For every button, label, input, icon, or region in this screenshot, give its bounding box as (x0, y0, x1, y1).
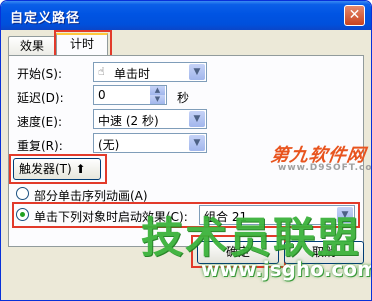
watermark-d9soft-url: www.D9SOFT.com (278, 163, 372, 173)
delay-input[interactable]: 0 ▲ ▼ (93, 85, 167, 105)
chevron-down-icon: ▼ (189, 64, 205, 80)
chevron-down-icon: ▼ (189, 135, 205, 151)
start-label: 开始(S): (17, 67, 63, 81)
delay-label: 延迟(D): (17, 91, 64, 105)
delay-value: 0 (98, 88, 106, 102)
title-bar: 自定义路径 ✕ (1, 1, 371, 30)
custom-path-dialog: 自定义路径 ✕ 效果 计时 开始(S): 单击时 ☝ ▼ 延迟(D): 0 ▲ … (0, 0, 372, 301)
delay-unit: 秒 (177, 91, 190, 105)
speed-label: 速度(E): (17, 115, 62, 129)
mouse-click-icon: ☝ (98, 65, 105, 78)
speed-value: 中速 (2 秒) (98, 114, 159, 128)
repeat-value: (无) (98, 138, 120, 152)
chevron-down-icon: ▼ (189, 111, 205, 127)
watermark-jsgho: 技术员联盟 (141, 213, 362, 262)
spin-down-icon[interactable]: ▼ (150, 95, 165, 104)
radio-sequence[interactable] (16, 187, 29, 200)
dialog-title: 自定义路径 (10, 11, 81, 26)
highlight-box-tab (54, 30, 112, 57)
start-select[interactable]: 单击时 ☝ ▼ (93, 62, 207, 82)
start-value: 单击时 (114, 67, 151, 81)
repeat-label: 重复(R): (17, 139, 63, 153)
close-button[interactable]: ✕ (344, 5, 365, 26)
spin-up-icon[interactable]: ▲ (150, 86, 165, 95)
repeat-select[interactable]: (无) ▼ (93, 133, 207, 153)
tab-effect[interactable]: 效果 (8, 36, 56, 56)
highlight-box-trigger (9, 154, 107, 184)
speed-select[interactable]: 中速 (2 秒) ▼ (93, 109, 207, 129)
watermark-jsgho-url: www.jsgho.com (201, 257, 372, 281)
